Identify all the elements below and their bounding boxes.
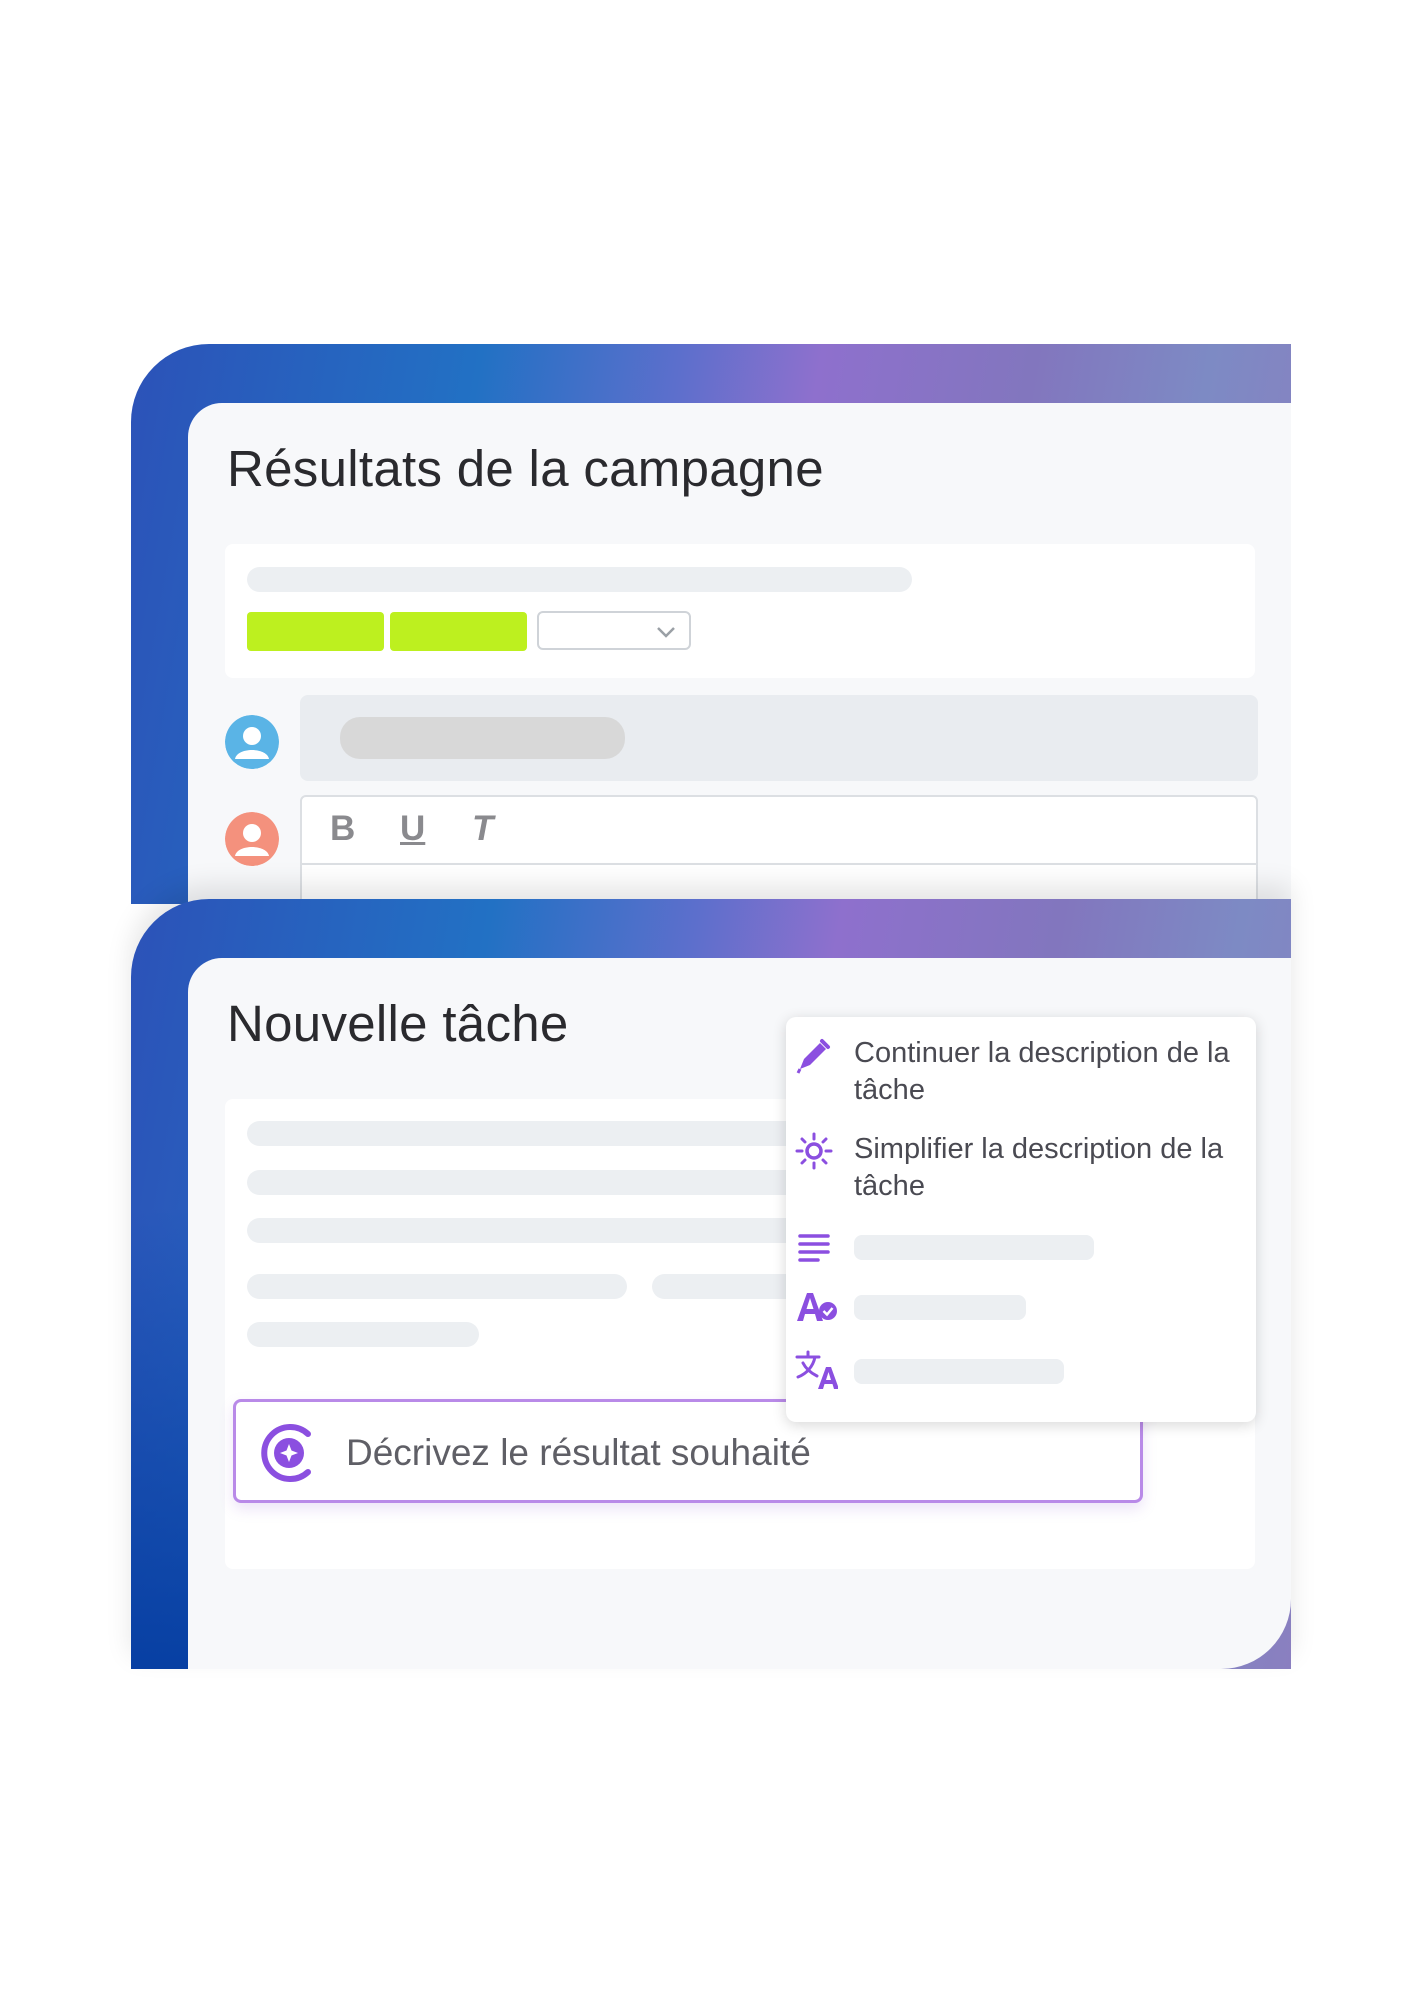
ai-prompt-placeholder: Décrivez le résultat souhaité bbox=[346, 1432, 811, 1473]
bold-button[interactable]: B bbox=[330, 809, 355, 849]
placeholder-line bbox=[854, 1295, 1026, 1320]
placeholder-line bbox=[247, 1121, 807, 1146]
page-title: Résultats de la campagne bbox=[227, 440, 824, 497]
placeholder-line bbox=[652, 1274, 802, 1299]
page-title: Nouvelle tâche bbox=[227, 995, 569, 1052]
status-dropdown[interactable] bbox=[537, 611, 691, 650]
menu-item-continue[interactable]: Continuer la description de la tâche bbox=[786, 1035, 1256, 1115]
placeholder-line bbox=[247, 1170, 807, 1195]
comment-bubble bbox=[300, 695, 1258, 781]
tag-chip[interactable] bbox=[390, 612, 527, 651]
placeholder-line bbox=[247, 1274, 627, 1299]
menu-item-simplify[interactable]: Simplifier la description de la tâche bbox=[786, 1131, 1256, 1211]
tag-chip[interactable] bbox=[247, 612, 384, 651]
placeholder-line bbox=[854, 1359, 1064, 1384]
task-window: Nouvelle tâche Décrivez le résultat souh… bbox=[131, 899, 1291, 1669]
menu-item-label: Simplifier la description de la tâche bbox=[854, 1133, 1224, 1202]
chevron-down-icon bbox=[657, 627, 675, 638]
italic-button[interactable]: T bbox=[472, 809, 493, 849]
placeholder-line bbox=[247, 1322, 479, 1347]
placeholder-pill bbox=[340, 717, 625, 759]
ai-actions-menu: Continuer la description de la tâche Sim… bbox=[786, 1017, 1256, 1422]
menu-item-translate[interactable] bbox=[786, 1349, 1256, 1391]
campaign-panel: Résultats de la campagne B U T bbox=[188, 403, 1291, 904]
avatar bbox=[225, 715, 279, 769]
underline-button[interactable]: U bbox=[400, 809, 425, 849]
campaign-window: Résultats de la campagne B U T bbox=[131, 344, 1291, 904]
spellcheck-icon bbox=[797, 1293, 837, 1321]
lines-icon bbox=[798, 1234, 830, 1262]
translate-icon bbox=[795, 1350, 838, 1389]
ai-assistant-icon bbox=[261, 1424, 311, 1482]
menu-item-label: Continuer la description de la tâche bbox=[854, 1037, 1230, 1106]
placeholder-line bbox=[247, 567, 912, 592]
placeholder-line bbox=[247, 1218, 807, 1243]
placeholder-line bbox=[854, 1235, 1094, 1260]
comment-editor[interactable]: B U T bbox=[300, 795, 1258, 904]
campaign-card bbox=[225, 544, 1255, 678]
menu-item-format[interactable] bbox=[786, 1227, 1256, 1267]
menu-item-spellcheck[interactable] bbox=[786, 1287, 1256, 1327]
pen-icon bbox=[796, 1039, 830, 1074]
sun-icon bbox=[795, 1132, 833, 1170]
task-panel: Nouvelle tâche Décrivez le résultat souh… bbox=[188, 958, 1291, 1669]
editor-toolbar: B U T bbox=[302, 797, 1256, 865]
user-avatar-icon bbox=[225, 812, 279, 866]
user-avatar-icon bbox=[225, 715, 279, 769]
avatar bbox=[225, 812, 279, 866]
